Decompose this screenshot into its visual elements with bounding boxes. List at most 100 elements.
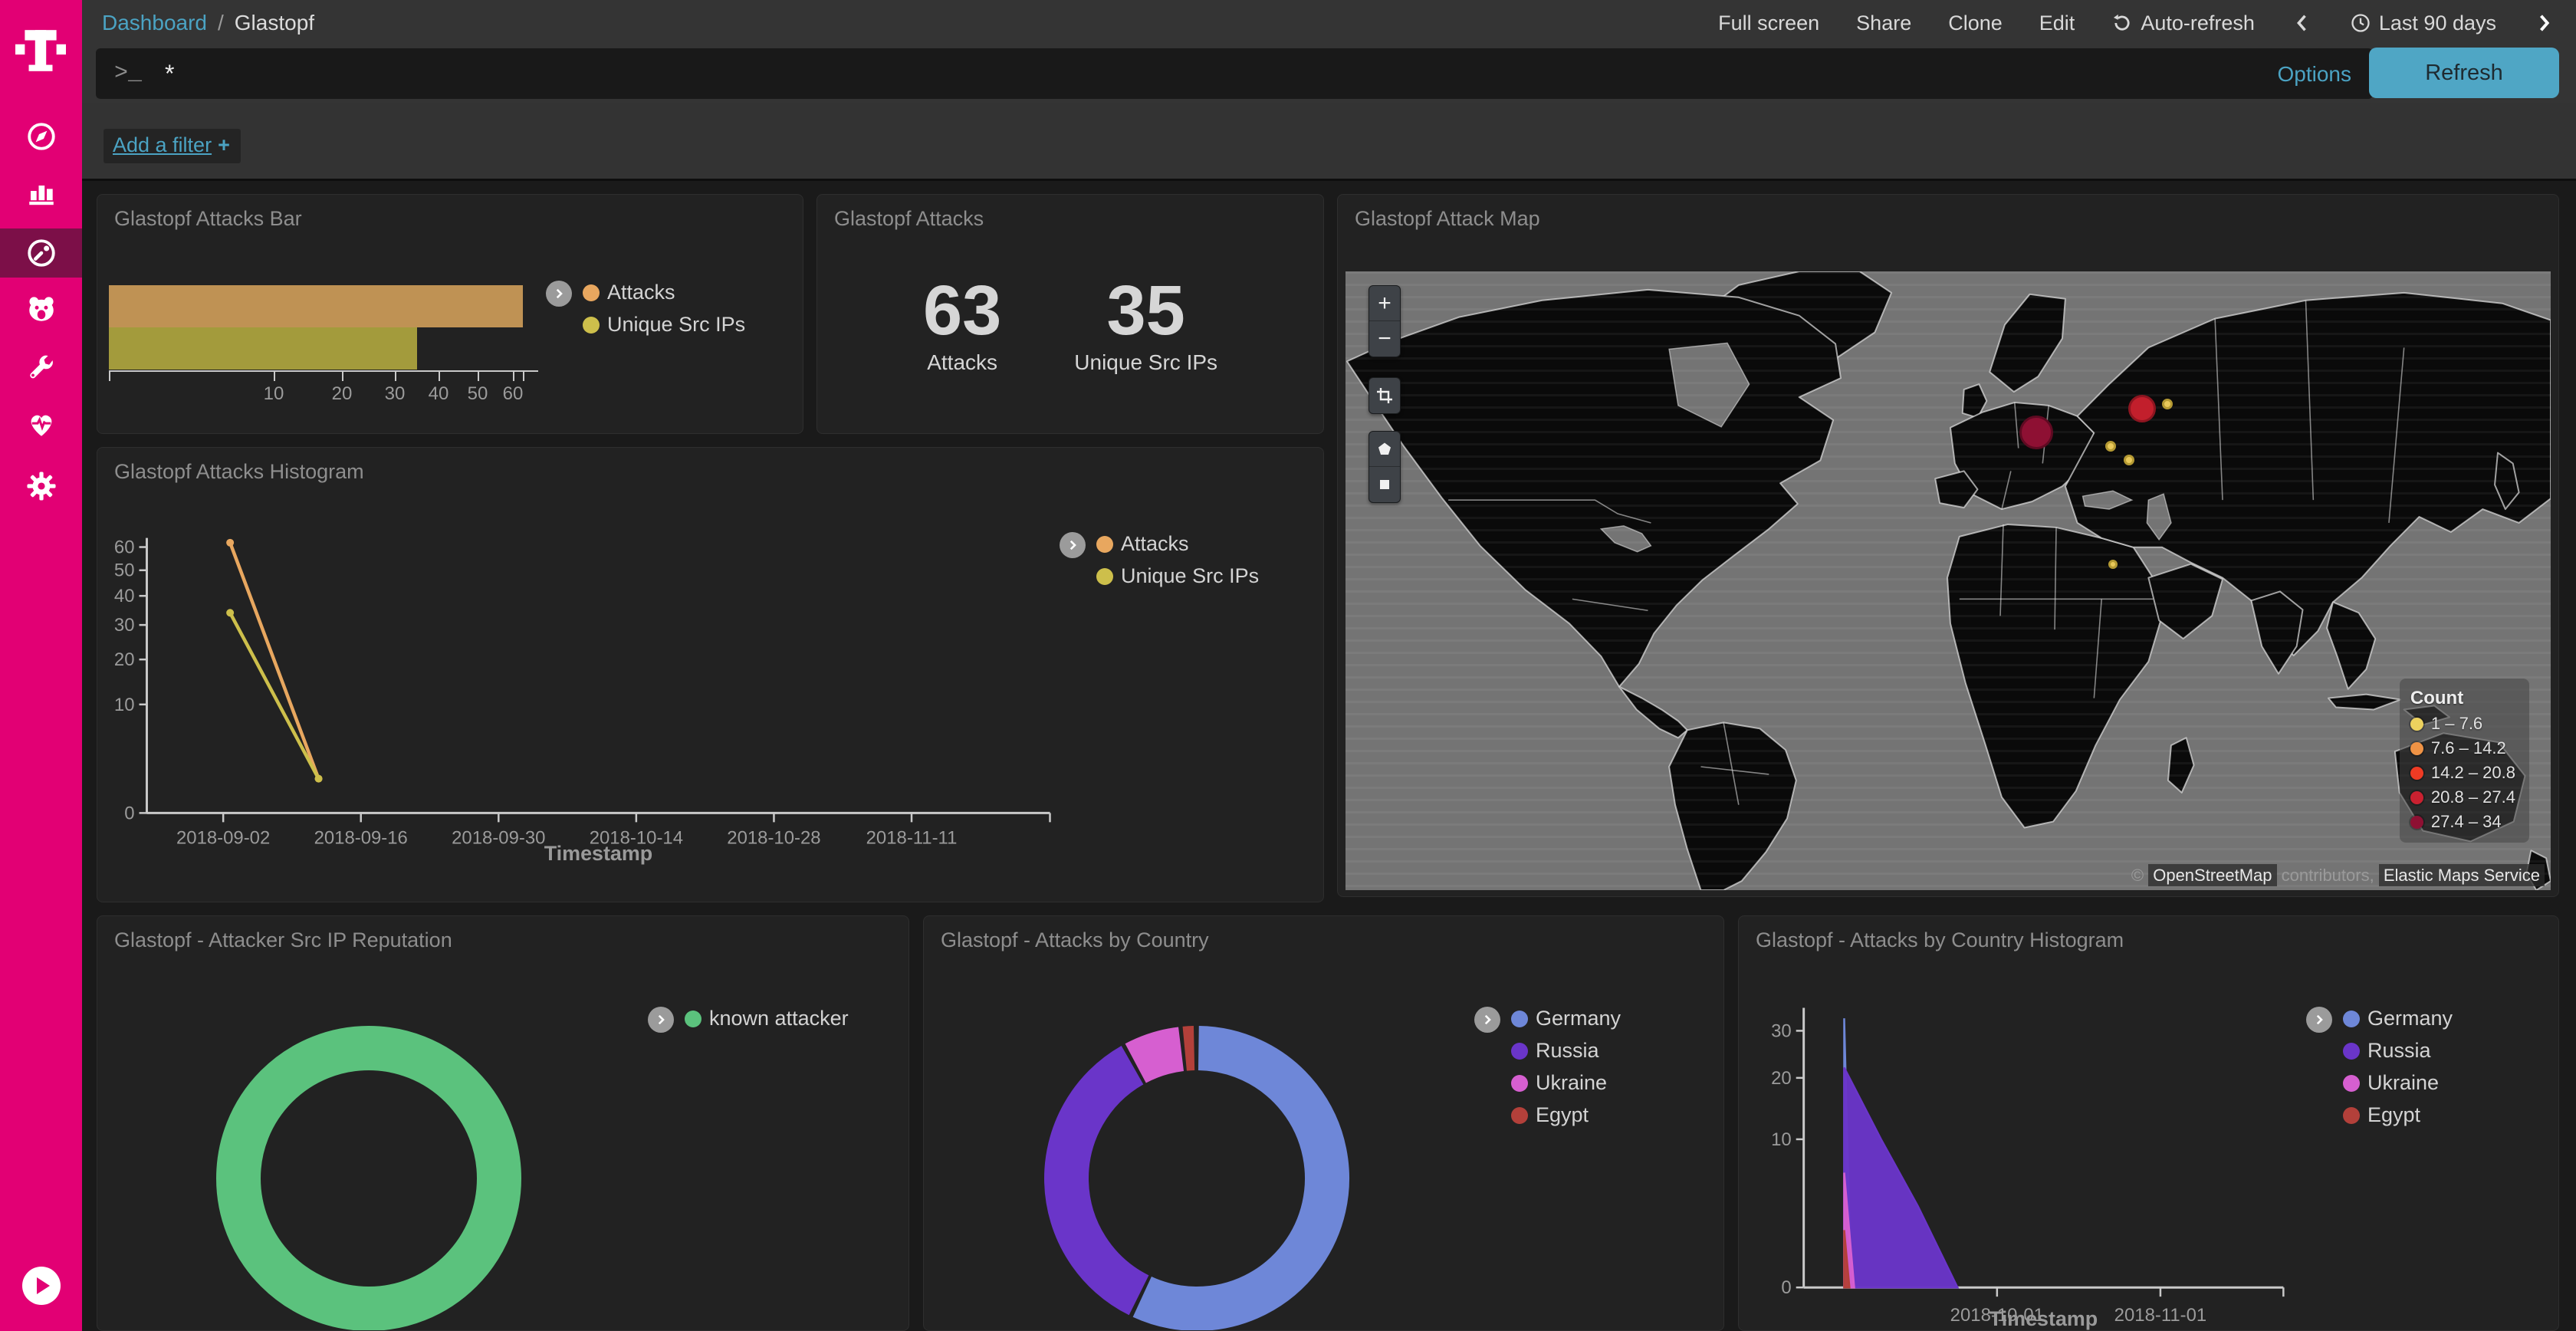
zoom-in-button[interactable]: + (1369, 286, 1400, 321)
bar-attacks[interactable] (109, 285, 523, 327)
x-axis-tick-label: 40 (429, 383, 449, 405)
edit-button[interactable]: Edit (2039, 12, 2075, 35)
attack-location-dot[interactable] (2124, 455, 2134, 465)
attack-location-dot[interactable] (2128, 395, 2156, 422)
legend-item[interactable]: Germany (1511, 1007, 1621, 1030)
reputation-legend: known attacker (648, 1007, 849, 1033)
legend-label: Russia (1536, 1039, 1599, 1063)
attack-location-dot[interactable] (2019, 416, 2053, 449)
svg-text:60: 60 (114, 537, 135, 558)
breadcrumb-current: Glastopf (235, 11, 314, 35)
metric-attacks: 63 Attacks (923, 275, 1001, 375)
attacks-histogram-chart[interactable]: 01020304050602018-09-022018-09-162018-09… (97, 448, 1323, 902)
attack-location-dot[interactable] (2105, 441, 2116, 452)
square-icon (1375, 475, 1394, 494)
legend-item[interactable]: Ukraine (2343, 1071, 2453, 1095)
auto-refresh-button[interactable]: Auto-refresh (2111, 12, 2255, 35)
legend-color-dot (2343, 1043, 2360, 1060)
legend-label: known attacker (709, 1007, 849, 1030)
crop-tool-button[interactable] (1369, 378, 1400, 413)
count-legend-dot (2410, 791, 2423, 804)
x-axis-tick (342, 372, 343, 381)
zoom-out-button[interactable]: − (1369, 321, 1400, 357)
legend-toggle-chevron-icon[interactable] (1474, 1007, 1500, 1033)
legend-label: Ukraine (1536, 1071, 1607, 1095)
attacks-bar-chart[interactable]: 102030405060 (109, 285, 569, 423)
rectangle-tool-button[interactable] (1369, 467, 1400, 502)
count-legend-dot (2410, 816, 2423, 829)
reputation-donut-chart[interactable] (185, 994, 553, 1331)
legend-item[interactable]: Unique Src IPs (1096, 564, 1259, 588)
attack-location-dot[interactable] (2108, 560, 2118, 569)
legend-item[interactable]: Attacks (1096, 532, 1259, 556)
osm-link[interactable]: OpenStreetMap (2148, 864, 2276, 886)
world-map[interactable]: + − (1346, 271, 2551, 890)
sidebar-item-timelion[interactable] (0, 284, 82, 334)
legend-items: Attacks Unique Src IPs (1096, 532, 1259, 588)
country-donut-chart[interactable] (1013, 994, 1381, 1331)
x-axis-tick (274, 372, 275, 381)
x-axis-tick (513, 372, 514, 381)
time-back-button[interactable] (2292, 12, 2313, 34)
chevron-left-icon (2292, 12, 2313, 34)
dashboard-grid: Glastopf Attacks Bar 102030405060 Attack… (82, 181, 2576, 1331)
app-sidebar (0, 0, 82, 1331)
breadcrumb-dashboard-link[interactable]: Dashboard (102, 11, 207, 35)
x-axis-tick (478, 372, 479, 381)
panel-attack-map: Glastopf Attack Map (1337, 194, 2559, 897)
legend-toggle-chevron-icon[interactable] (648, 1007, 674, 1033)
clock-icon (2350, 12, 2371, 34)
x-axis-tick-label: 10 (264, 383, 284, 405)
legend-item[interactable]: Russia (2343, 1039, 2453, 1063)
panel-title: Glastopf Attack Map (1355, 207, 1540, 231)
sidebar-item-dashboard[interactable] (0, 228, 82, 278)
attack-location-dot[interactable] (2162, 399, 2173, 409)
legend-toggle-chevron-icon[interactable] (546, 281, 572, 307)
gear-icon (25, 470, 58, 502)
fullscreen-button[interactable]: Full screen (1718, 12, 1819, 35)
legend-item[interactable]: Egypt (1511, 1103, 1621, 1127)
time-forward-button[interactable] (2533, 12, 2555, 34)
legend-toggle-chevron-icon[interactable] (2306, 1007, 2332, 1033)
metric-value: 63 (923, 275, 1001, 346)
legend-item[interactable]: Egypt (2343, 1103, 2453, 1127)
share-button[interactable]: Share (1856, 12, 1911, 35)
svg-text:Timestamp: Timestamp (1990, 1307, 2098, 1330)
panel-attacks-by-country: Glastopf - Attacks by Country GermanyRus… (923, 915, 1724, 1331)
ems-link[interactable]: Elastic Maps Service (2379, 864, 2545, 886)
count-legend-dot (2410, 718, 2423, 731)
time-range-picker[interactable]: Last 90 days (2350, 12, 2496, 35)
legend-toggle-chevron-icon[interactable] (1060, 532, 1086, 558)
sidebar-item-visualize[interactable] (0, 166, 82, 215)
sidebar-item-monitoring[interactable] (0, 399, 82, 449)
add-filter-link[interactable]: Add a filter+ (104, 129, 241, 163)
sidebar-item-devtools[interactable] (0, 343, 82, 393)
refresh-button[interactable]: Refresh (2369, 48, 2559, 98)
sidebar-item-management[interactable] (0, 462, 82, 511)
gauge-icon (25, 237, 58, 269)
legend-item[interactable]: known attacker (685, 1007, 849, 1030)
polygon-tool-button[interactable] (1369, 432, 1400, 467)
search-input[interactable]: >_ * Options (96, 48, 2373, 99)
legend-item[interactable]: Ukraine (1511, 1071, 1621, 1095)
legend-item[interactable]: Unique Src IPs (583, 313, 745, 337)
clone-button[interactable]: Clone (1948, 12, 2003, 35)
panel-attacks-histogram: Glastopf Attacks Histogram 0102030405060… (97, 447, 1324, 902)
legend-color-dot (2343, 1011, 2360, 1027)
sidebar-collapse-button[interactable] (22, 1267, 61, 1305)
legend-label: Attacks (607, 281, 675, 304)
legend-label: Russia (2367, 1039, 2431, 1063)
legend-item[interactable]: Attacks (583, 281, 745, 304)
compass-icon (25, 120, 58, 153)
legend-item[interactable]: Russia (1511, 1039, 1621, 1063)
legend-color-dot (2343, 1107, 2360, 1124)
svg-text:2018-09-02: 2018-09-02 (176, 827, 270, 848)
map-draw-controls (1368, 431, 1401, 503)
options-link[interactable]: Options (2278, 62, 2352, 87)
svg-text:0: 0 (1781, 1277, 1791, 1298)
sidebar-item-discover[interactable] (0, 112, 82, 161)
svg-text:40: 40 (114, 586, 135, 606)
legend-item[interactable]: Germany (2343, 1007, 2453, 1030)
bar-unique-src-ips[interactable] (109, 327, 417, 370)
legend-color-dot (1096, 536, 1113, 553)
